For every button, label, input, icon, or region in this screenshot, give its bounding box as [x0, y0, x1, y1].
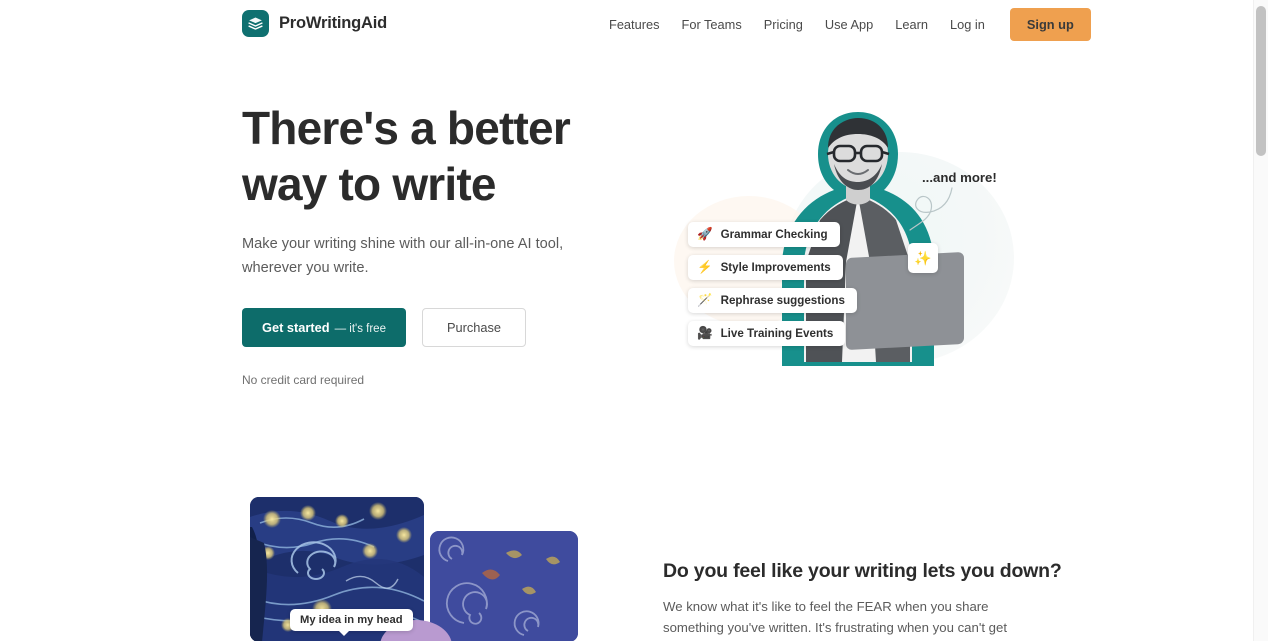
feature-chip-grammar-checking[interactable]: 🚀 Grammar Checking — [688, 222, 840, 247]
laptop-device — [846, 251, 964, 351]
rocket-icon: 🚀 — [697, 227, 713, 242]
get-started-free-suffix: — it's free — [334, 322, 386, 335]
nav-item-for-teams[interactable]: For Teams — [671, 17, 753, 32]
lightning-bolt-icon: ⚡ — [697, 260, 713, 275]
brand-logo-link[interactable]: ProWritingAid — [242, 10, 387, 37]
stacked-pages-check-icon — [242, 10, 269, 37]
site-header: ProWritingAid Features For Teams Pricing… — [0, 0, 1253, 48]
feature-chip-live-training-events[interactable]: 🎥 Live Training Events — [688, 321, 846, 346]
feature-chip-label: Style Improvements — [720, 261, 831, 274]
feature-chip-label: Grammar Checking — [720, 228, 828, 241]
and-more-label: ...and more! — [922, 170, 997, 185]
no-credit-card-note: No credit card required — [242, 372, 365, 387]
get-started-label: Get started — [262, 319, 330, 335]
section2-heading: Do you feel like your writing lets you d… — [663, 560, 1062, 582]
feature-chip-label: Live Training Events — [720, 327, 834, 340]
sparkles-icon: ✨ — [908, 243, 938, 273]
nav-item-use-app[interactable]: Use App — [814, 17, 884, 32]
get-started-button[interactable]: Get started — it's free — [242, 307, 406, 347]
main-nav: Features For Teams Pricing Use App Learn… — [598, 0, 1091, 48]
nav-item-features[interactable]: Features — [598, 17, 671, 32]
scrollbar-thumb[interactable] — [1256, 6, 1266, 156]
hero-subtitle: Make your writing shine with our all-in-… — [242, 236, 564, 276]
nav-item-pricing[interactable]: Pricing — [753, 17, 814, 32]
hero-illustration: ...and more! ✨ 🚀 Grammar Checking ⚡ Styl… — [660, 100, 1020, 390]
simplified-painting — [430, 531, 578, 641]
simplified-painting-image — [430, 531, 578, 641]
section2-paragraph: We know what it's like to feel the FEAR … — [663, 599, 1008, 636]
my-idea-label: My idea in my head — [290, 609, 413, 636]
feature-chip-label: Rephrase suggestions — [720, 294, 845, 307]
page-root: ProWritingAid Features For Teams Pricing… — [0, 0, 1268, 641]
feature-chip-rephrase-suggestions[interactable]: 🪄 Rephrase suggestions — [688, 288, 857, 313]
hero-cta-group: Get started — it's free Purchase — [242, 307, 642, 347]
page-scrollbar[interactable] — [1253, 0, 1268, 641]
hero-title-line-1: There's a better — [242, 102, 571, 154]
magic-wand-icon: 🪄 — [697, 293, 713, 308]
video-camera-icon: 🎥 — [697, 326, 713, 341]
brand-name: ProWritingAid — [279, 14, 388, 32]
purchase-button[interactable]: Purchase — [421, 307, 527, 347]
hero-content: There's a better way to write Make your … — [242, 100, 642, 387]
sign-up-button[interactable]: Sign up — [1009, 7, 1091, 41]
feature-chip-style-improvements[interactable]: ⚡ Style Improvements — [688, 255, 843, 280]
section2-content: Do you feel like your writing lets you d… — [663, 560, 1063, 641]
nav-item-log-in[interactable]: Log in — [939, 17, 996, 32]
nav-item-learn[interactable]: Learn — [884, 17, 939, 32]
feature-chip-list: 🚀 Grammar Checking ⚡ Style Improvements … — [688, 222, 857, 346]
page-title: There's a better way to write — [242, 100, 642, 212]
hero-title-line-2: way to write — [242, 158, 496, 211]
